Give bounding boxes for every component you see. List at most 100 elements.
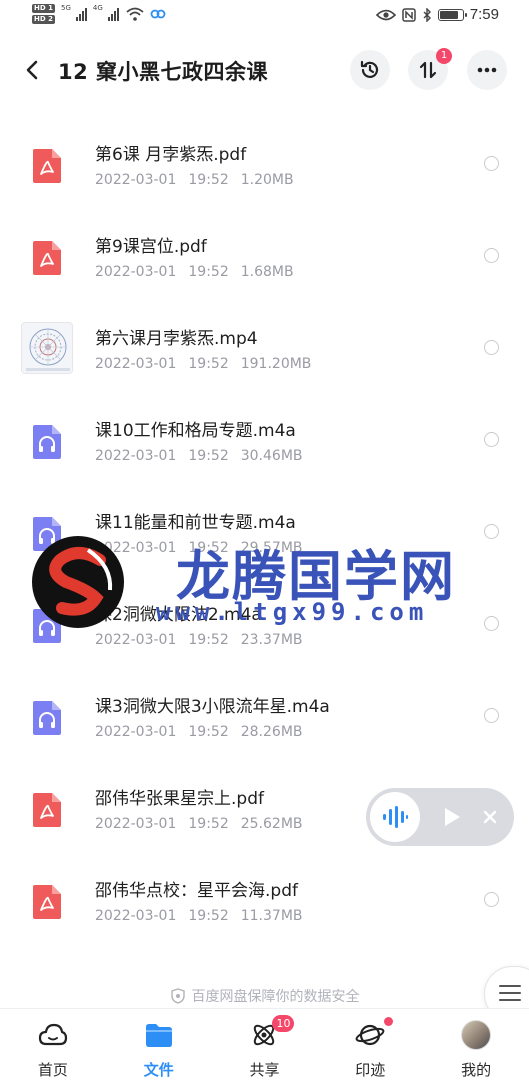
avatar (460, 1019, 492, 1051)
more-dots-icon (477, 67, 497, 73)
clock: 7:59 (469, 6, 499, 23)
file-size: 25.62MB (240, 816, 303, 832)
traces-dot (384, 1017, 394, 1026)
pdf-file-icon (33, 885, 61, 919)
play-button[interactable] (440, 805, 464, 829)
file-name: 课3洞微大限3小限流年星.m4a (95, 697, 330, 717)
safety-note-text: 百度网盘保障你的数据安全 (191, 989, 360, 1005)
network-type-1: 5G (60, 4, 71, 12)
file-name: 课2洞微大限法2.m4a (95, 605, 262, 625)
share-badge: 10 (272, 1015, 295, 1032)
signal-icon (107, 7, 119, 21)
page-title: 12 窠小黑七政四余课 (58, 60, 269, 84)
file-meta: 2022-03-01 19:52 1.20MB (95, 172, 294, 188)
file-time: 19:52 (188, 816, 229, 832)
file-name: 邵伟华张果星宗上.pdf (95, 789, 264, 809)
avatar-image (461, 1020, 492, 1050)
file-row[interactable]: 第六课月孛紫炁.mp4 2022-03-01 19:52 191.20MB (0, 302, 529, 394)
file-name: 第六课月孛紫炁.mp4 (95, 329, 258, 349)
pdf-file-icon (33, 793, 61, 827)
transfer-button[interactable]: 1 (408, 48, 452, 90)
bluetooth-icon (423, 7, 431, 22)
nav-home[interactable]: 首页 (0, 1009, 106, 1080)
file-size: 29.57MB (240, 540, 303, 556)
file-meta: 2022-03-01 19:52 25.62MB (95, 816, 303, 832)
header: 12 窠小黑七政四余课 1 (0, 44, 529, 96)
file-meta: 2022-03-01 19:52 191.20MB (95, 356, 311, 372)
history-button[interactable] (350, 50, 390, 90)
signal-icon (75, 7, 87, 21)
audio-wave-button[interactable] (370, 792, 420, 842)
audio-file-icon (33, 609, 61, 643)
nav-share[interactable]: 10 共享 (212, 1009, 318, 1080)
select-checkbox[interactable] (484, 340, 499, 355)
file-time: 19:52 (188, 172, 229, 188)
transfer-arrows-icon (419, 61, 437, 79)
select-checkbox[interactable] (484, 156, 499, 171)
nav-mine[interactable]: 我的 (423, 1009, 529, 1080)
file-time: 19:52 (188, 448, 229, 464)
pdf-file-icon (33, 241, 61, 275)
file-time: 19:52 (188, 540, 229, 556)
file-row[interactable]: 邵伟华点校：星平会海.pdf 2022-03-01 19:52 11.37MB (0, 854, 529, 946)
shield-icon (170, 988, 185, 1004)
file-time: 19:52 (188, 908, 229, 924)
close-icon (483, 810, 497, 824)
nav-label: 首页 (37, 1061, 68, 1079)
play-icon (445, 808, 460, 826)
file-date: 2022-03-01 (95, 724, 177, 740)
hd-indicators: HD 1 HD 2 (32, 4, 55, 24)
file-meta: 2022-03-01 19:52 11.37MB (95, 908, 303, 924)
file-size: 30.46MB (240, 448, 303, 464)
file-row[interactable]: 课10工作和格局专题.m4a 2022-03-01 19:52 30.46MB (0, 394, 529, 486)
file-size: 11.37MB (240, 908, 303, 924)
select-checkbox[interactable] (484, 524, 499, 539)
file-meta: 2022-03-01 19:52 28.26MB (95, 724, 303, 740)
select-checkbox[interactable] (484, 248, 499, 263)
file-meta: 2022-03-01 19:52 29.57MB (95, 540, 303, 556)
file-date: 2022-03-01 (95, 908, 177, 924)
wifi-icon (126, 7, 144, 21)
file-name: 第6课 月孛紫炁.pdf (95, 145, 247, 165)
transfer-badge: 1 (436, 48, 452, 64)
file-row[interactable]: 课3洞微大限3小限流年星.m4a 2022-03-01 19:52 28.26M… (0, 670, 529, 762)
close-player-button[interactable] (478, 805, 502, 829)
folder-icon (143, 1019, 175, 1051)
status-bar: HD 1 HD 2 5G 4G 7:59 (0, 0, 529, 34)
audio-file-icon (33, 425, 61, 459)
file-name: 邵伟华点校：星平会海.pdf (95, 881, 298, 901)
nav-files[interactable]: 文件 (106, 1009, 212, 1080)
file-meta: 2022-03-01 19:52 23.37MB (95, 632, 303, 648)
back-button[interactable] (18, 56, 46, 84)
chart-wheel-thumbnail-image (22, 323, 72, 373)
history-icon (360, 60, 379, 78)
planet-icon (354, 1019, 386, 1051)
more-button[interactable] (467, 50, 507, 90)
select-checkbox[interactable] (484, 892, 499, 907)
file-row[interactable]: 第6课 月孛紫炁.pdf 2022-03-01 19:52 1.20MB (0, 118, 529, 210)
cloud-home-icon (37, 1019, 69, 1051)
file-meta: 2022-03-01 19:52 30.46MB (95, 448, 303, 464)
eye-icon (375, 9, 396, 20)
select-checkbox[interactable] (484, 616, 499, 631)
sound-wave-icon (383, 806, 408, 828)
status-left: HD 1 HD 2 5G 4G (32, 4, 166, 24)
chevron-left-icon (26, 60, 38, 80)
select-checkbox[interactable] (484, 432, 499, 447)
nav-label: 共享 (249, 1061, 280, 1079)
file-date: 2022-03-01 (95, 356, 177, 372)
file-size: 1.20MB (240, 172, 294, 188)
floating-audio-player[interactable] (366, 788, 514, 846)
file-meta: 2022-03-01 19:52 1.68MB (95, 264, 294, 280)
file-size: 191.20MB (240, 356, 312, 372)
select-checkbox[interactable] (484, 708, 499, 723)
file-row[interactable]: 课11能量和前世专题.m4a 2022-03-01 19:52 29.57MB (0, 486, 529, 578)
file-row[interactable]: 第9课宫位.pdf 2022-03-01 19:52 1.68MB (0, 210, 529, 302)
nav-traces[interactable]: 印迹 (317, 1009, 423, 1080)
file-row[interactable]: 课2洞微大限法2.m4a 2022-03-01 19:52 23.37MB (0, 578, 529, 670)
menu-lines-icon (499, 985, 521, 1001)
file-name: 课10工作和格局专题.m4a (95, 421, 296, 441)
status-right: 7:59 (375, 6, 499, 23)
nav-label: 印迹 (355, 1061, 386, 1079)
file-date: 2022-03-01 (95, 448, 177, 464)
